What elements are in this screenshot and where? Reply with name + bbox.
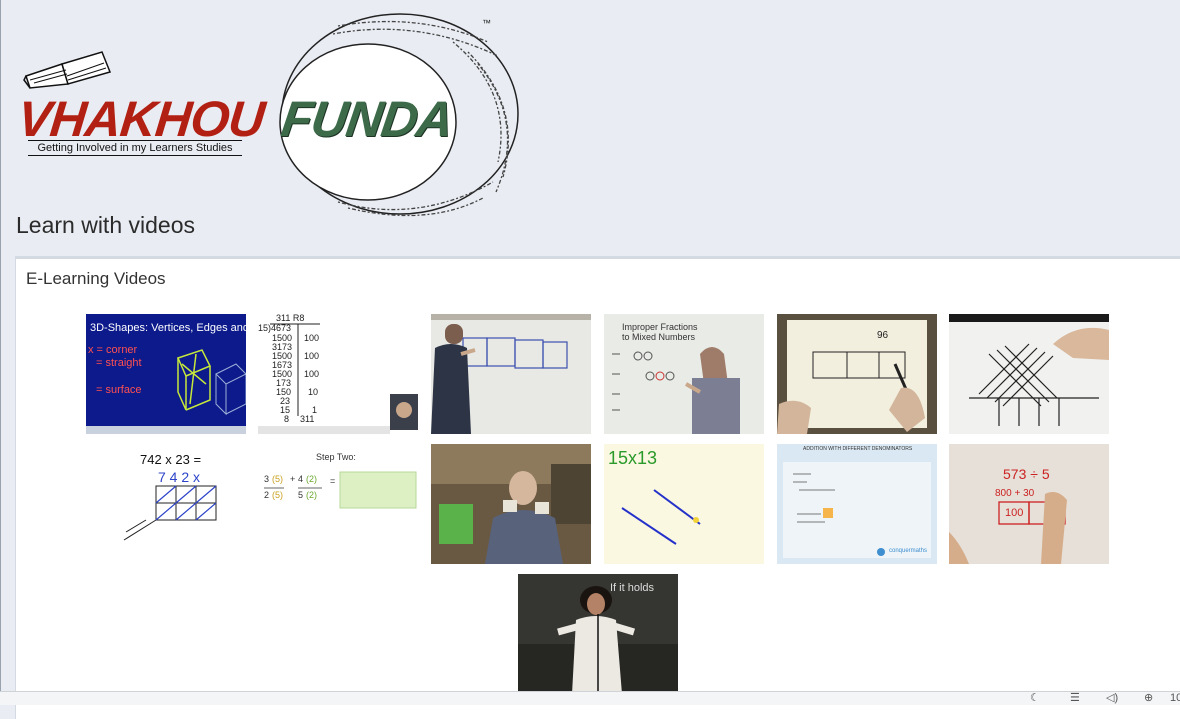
svg-text:5: 5 — [298, 490, 303, 500]
brand-right-text: FUNDA — [278, 91, 456, 147]
trademark-symbol: ™ — [482, 18, 491, 28]
video-line-text: 800 + 30 — [995, 488, 1035, 499]
video-thumbnail-whiteboard-teacher[interactable] — [431, 314, 591, 434]
speaker-icon[interactable]: ◁) — [1106, 692, 1118, 705]
video-title-text: Improper Fractions to Mixed Numbers — [622, 322, 698, 342]
svg-text:(5): (5) — [272, 474, 283, 484]
svg-text:(5): (5) — [272, 490, 283, 500]
video-thumbnail-teacher-workshop[interactable] — [431, 444, 591, 564]
video-line-text: 7 4 2 x — [158, 469, 201, 485]
video-thumbnail-lattice-lines[interactable] — [949, 314, 1109, 434]
video-thumbnail-box-multiplication[interactable]: 96 — [777, 314, 937, 434]
zoom-level-text: 10 — [1170, 692, 1180, 704]
video-title-text: 15x13 — [608, 448, 658, 468]
video-thumbnail-adding-different-denominators[interactable]: ADDITION WITH DIFFERENT DENOMINATORS con… — [777, 444, 937, 564]
zoom-in-icon[interactable]: ⊕ — [1144, 692, 1153, 705]
elearning-panel: E-Learning Videos 3D-Shapes: Vertices, E… — [15, 256, 1180, 719]
video-thumbnail-15x13[interactable]: 15x13 — [604, 444, 764, 564]
video-title-text: ADDITION WITH DIFFERENT DENOMINATORS — [803, 446, 913, 452]
panel-title: E-Learning Videos — [26, 269, 166, 288]
video-line-text: 100 — [1005, 507, 1024, 519]
list-icon[interactable]: ☰ — [1070, 692, 1080, 705]
page-title: Learn with videos — [16, 212, 195, 238]
video-thumbnail-lattice-multiplication[interactable]: 742 x 23 = 7 4 2 x — [86, 444, 246, 564]
video-thumbnail-3d-shapes[interactable]: 3D-Shapes: Vertices, Edges and Faces x =… — [86, 314, 246, 434]
svg-text:3: 3 — [264, 474, 269, 484]
video-title-text: 96 — [877, 330, 889, 341]
video-line-text: = straight — [96, 357, 142, 369]
book-icon — [23, 51, 112, 89]
window-edge — [0, 0, 1, 704]
video-line-text: 100 — [304, 351, 320, 361]
video-title-text: 311 R8 — [276, 314, 305, 323]
video-line-text: 8 — [284, 414, 290, 424]
video-line-text: 100 — [304, 333, 320, 343]
video-title-text: Step Two: — [316, 452, 356, 462]
moon-icon[interactable]: ☾ — [1030, 692, 1040, 705]
svg-text:(2): (2) — [306, 474, 317, 484]
video-thumbnail-improper-fractions[interactable]: Improper Fractions to Mixed Numbers — [604, 314, 764, 434]
site-logo[interactable]: VHAKHOU Getting Involved in my Learners … — [15, 12, 526, 217]
video-title-text: If it holds — [610, 582, 655, 594]
video-thumbnail-long-division[interactable]: 311 R8 15)4673 1500 3173 1500 1673 1500 … — [258, 314, 418, 434]
video-line-text: 100 — [304, 369, 320, 379]
video-line-text: x = corner — [88, 344, 138, 356]
video-line-text: 311 — [300, 414, 315, 424]
video-line-text: = surface — [96, 384, 142, 396]
svg-text:+: + — [290, 474, 295, 484]
video-thumbnail-adding-fractions[interactable]: 3 (5) 2 (5) + 4 (2) 5 (2) = Step Two: — [258, 444, 418, 564]
svg-text:(2): (2) — [306, 490, 317, 500]
video-line-text: 10 — [308, 387, 319, 397]
video-title-text: 573 ÷ 5 — [1003, 466, 1050, 482]
video-brand-text: conquermaths — [889, 548, 928, 554]
video-thumbnail-poetry-performer[interactable]: If it holds — [518, 574, 678, 694]
logo-tagline: Getting Involved in my Learners Studies — [28, 140, 242, 156]
video-title-text: 742 x 23 = — [140, 452, 202, 467]
video-thumbnail-division-boxes[interactable]: 573 ÷ 5 800 + 30 100 — [949, 444, 1109, 564]
video-line-text: 15)4673 — [258, 323, 292, 333]
svg-text:4: 4 — [298, 474, 303, 484]
status-bar: ☾ ☰ ◁) ⊕ 10 — [0, 691, 1180, 705]
video-title-text: 3D-Shapes: Vertices, Edges and Faces — [90, 322, 246, 334]
svg-text:2: 2 — [264, 490, 269, 500]
svg-text:=: = — [330, 476, 335, 486]
